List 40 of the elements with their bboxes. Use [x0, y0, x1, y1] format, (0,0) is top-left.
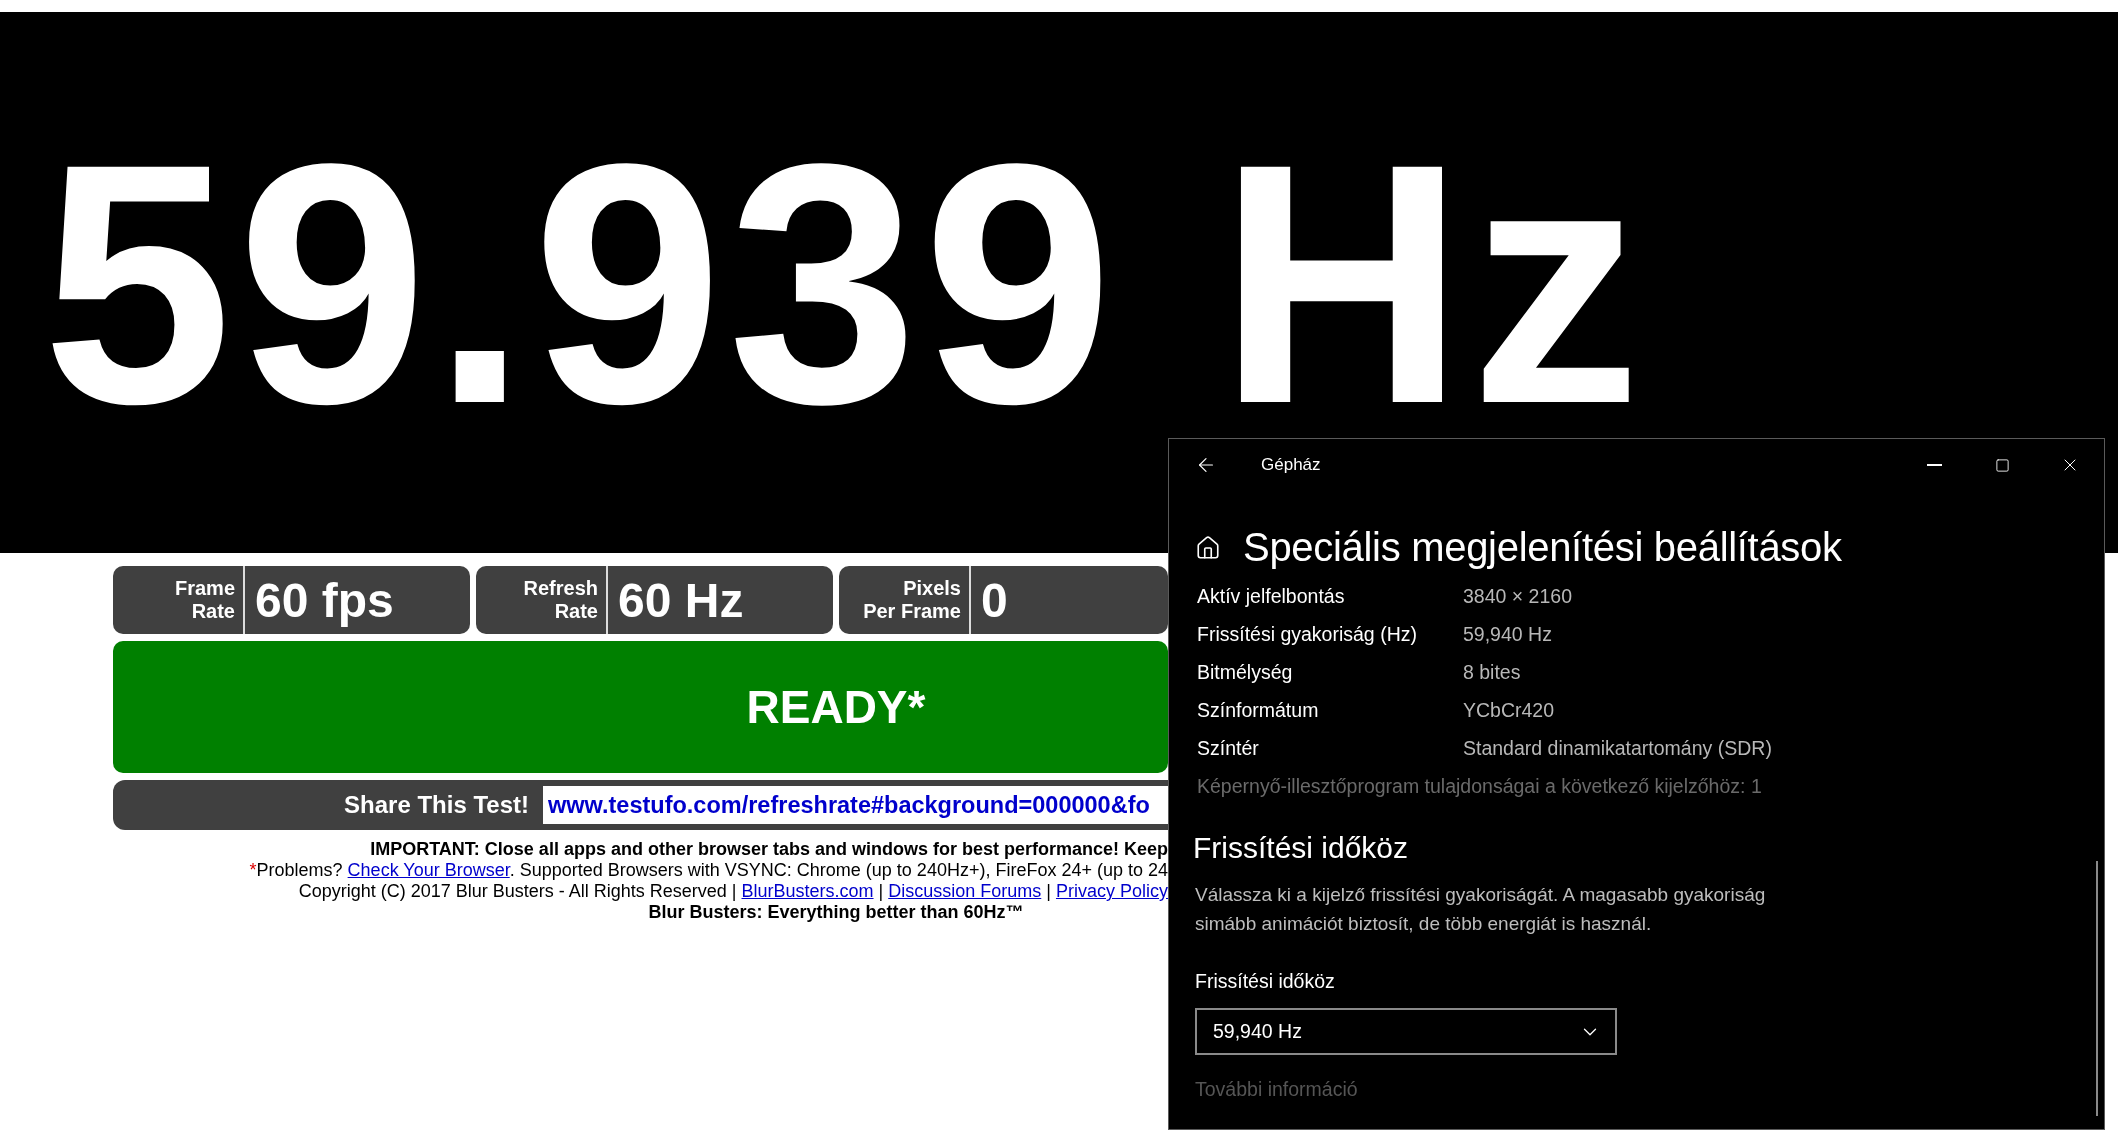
footer-text: Copyright (C) 2017 Blur Busters - All Rights Reserved | BlurBusters.com | Discussion Forums | Privacy Policy: [298, 881, 1168, 901]
window-title: Gépház: [1261, 455, 1322, 475]
stat-value: 60 Hz: [617, 572, 744, 629]
stat-value: 60 fps: [254, 572, 394, 629]
footer-link[interactable]: Privacy Policy: [1055, 881, 1168, 901]
minimize-icon: [1926, 464, 1942, 466]
scrollbar[interactable]: [2096, 861, 2098, 1116]
stat-label: Pixels Per Frame: [839, 566, 971, 634]
info-value: 3840 × 2160: [1463, 584, 1573, 609]
stat-label: Refresh Rate: [476, 566, 608, 634]
info-label: Színformátum: [1197, 698, 1320, 723]
info-value: Standard dinamikatartomány (SDR): [1463, 736, 1772, 761]
share-label: Share This Test!: [343, 791, 530, 819]
info-value: 8 bites: [1463, 660, 1522, 685]
info-label: Aktív jelfelbontás: [1197, 584, 1346, 609]
status-banner: READY*: [113, 641, 1168, 773]
field-label: Frissítési időköz: [1195, 970, 1336, 993]
stat-label: Frame Rate: [113, 566, 245, 634]
footer-link[interactable]: Discussion Forums: [888, 881, 1042, 901]
refresh-rate-reading: 59.939 Hz: [42, 112, 1647, 454]
maximize-icon: [1994, 457, 2010, 473]
page-heading: Speciális megjelenítési beállítások: [1243, 525, 1842, 570]
footer-link[interactable]: Check Your Browser: [347, 860, 510, 880]
info-value: YCbCr420: [1463, 698, 1556, 723]
section-description: Válassza ki a kijelző frissítési gyakoriságát. A magasabb gyakoriság simább animációt biztosít, de több energiát is használ.: [1195, 883, 1767, 936]
home-button[interactable]: [1195, 534, 1221, 561]
refresh-rate-dropdown[interactable]: 59,940 Hz: [1195, 1008, 1617, 1055]
stat-value: 0: [980, 572, 1008, 629]
info-label: Frissítési gyakoriság (Hz): [1197, 622, 1418, 647]
footer-text: *Problems? Check Your Browser. Supported Browsers with VSYNC: Chrome (up to 240Hz+), FireFox 24+ (up to 24: [249, 860, 1168, 880]
info-label: Színtér: [1197, 736, 1260, 761]
driver-properties-link[interactable]: Képernyő-illesztőprogram tulajdonságai a következő kijelzőhöz: 1: [1195, 775, 2076, 798]
info-label: Bitmélység: [1197, 660, 1294, 685]
share-url-field[interactable]: www.testufo.com/refreshrate#background=000000&fo: [543, 786, 1168, 824]
footer-text: Blur Busters: Everything better than 60Hz™: [648, 902, 1024, 922]
section-title: Frissítési időköz: [1193, 831, 1410, 865]
info-value: 59,940 Hz: [1463, 622, 1553, 647]
footer-link[interactable]: BlurBusters.com: [741, 881, 874, 901]
home-icon: [1195, 534, 1221, 561]
footer-text: IMPORTANT: Close all apps and other browser tabs and windows for best performance! Keep: [370, 839, 1168, 859]
